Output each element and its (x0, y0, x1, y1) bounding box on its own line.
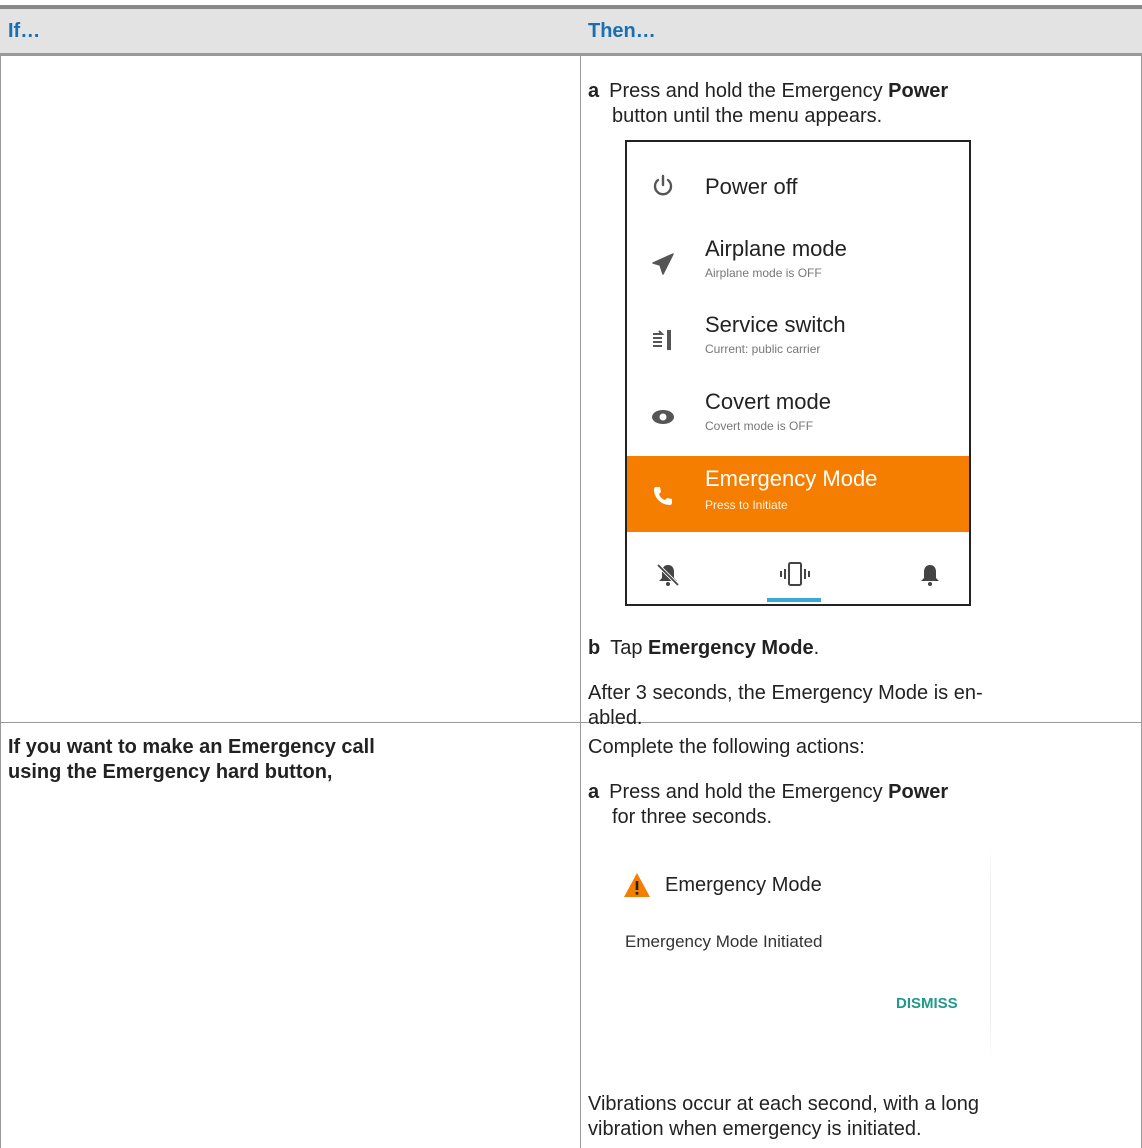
service-switch-subtitle: Current: public carrier (705, 342, 821, 356)
power-menu-item-emergency[interactable]: Emergency Mode Press to Initiate (627, 456, 969, 532)
row2-step-a: a Press and hold the Emergency Power (588, 781, 949, 803)
row1-step-a: a Press and hold the Emergency Power (588, 80, 949, 102)
row2-note-line1: Vibrations occur at each second, with a … (588, 1093, 979, 1115)
covert-title: Covert mode (705, 389, 831, 414)
power-menu: Power off Airplane mode Airplane mode is… (625, 140, 971, 606)
dialog-message: Emergency Mode Initiated (625, 932, 823, 951)
airplane-icon (652, 253, 674, 275)
covert-subtitle: Covert mode is OFF (705, 419, 814, 433)
header-then: Then… (588, 20, 656, 42)
power-menu-item-power-off[interactable]: Power off (627, 164, 969, 214)
emergency-subtitle: Press to Initiate (705, 498, 788, 512)
emergency-dialog: Emergency Mode Emergency Mode Initiated … (620, 840, 1000, 1070)
row2-intro: Complete the following actions: (588, 736, 865, 758)
airplane-subtitle: Airplane mode is OFF (705, 266, 822, 280)
row1-step-b: b Tap Emergency Mode. (588, 637, 820, 659)
bell-off-icon[interactable] (655, 562, 681, 588)
service-switch-icon (653, 330, 671, 350)
row2-note-line2: vibration when emergency is initiated. (588, 1118, 922, 1140)
warning-icon (624, 873, 650, 897)
row-divider (0, 722, 1142, 723)
vibrate-icon[interactable] (779, 560, 811, 590)
instruction-table: If… Then… a Press and hold the Emergency … (0, 0, 1142, 1148)
row2-if-line2: using the Emergency hard button, (8, 761, 333, 783)
table-header: If… Then… (0, 5, 1142, 56)
bell-icon[interactable] (917, 562, 943, 588)
power-menu-item-covert[interactable]: Covert mode Covert mode is OFF (627, 385, 969, 445)
row1-step-a-line2: button until the menu appears. (612, 105, 883, 127)
eye-icon (652, 410, 674, 424)
power-off-title: Power off (705, 174, 798, 199)
airplane-title: Airplane mode (705, 236, 847, 261)
power-menu-item-airplane[interactable]: Airplane mode Airplane mode is OFF (627, 232, 969, 292)
header-if: If… (8, 20, 41, 42)
row2-if-line1: If you want to make an Emergency call (8, 736, 375, 758)
phone-icon (654, 487, 672, 505)
sound-mode-row (627, 550, 969, 606)
power-menu-item-service-switch[interactable]: Service switch Current: public carrier (627, 308, 969, 368)
service-switch-title: Service switch (705, 312, 846, 337)
dialog-edge (990, 845, 991, 1060)
emergency-title: Emergency Mode (705, 466, 878, 491)
row2-step-a-line2: for three seconds. (612, 806, 773, 828)
row1-note-line1: After 3 seconds, the Emergency Mode is e… (588, 682, 983, 704)
dialog-title: Emergency Mode (665, 874, 822, 896)
dismiss-button[interactable]: DISMISS (896, 995, 958, 1012)
row1-note-line2: abled. (588, 707, 643, 729)
power-icon (653, 174, 673, 196)
selected-mode-indicator (767, 598, 821, 602)
column-divider (580, 56, 581, 1148)
table-left-border (0, 56, 1, 1148)
